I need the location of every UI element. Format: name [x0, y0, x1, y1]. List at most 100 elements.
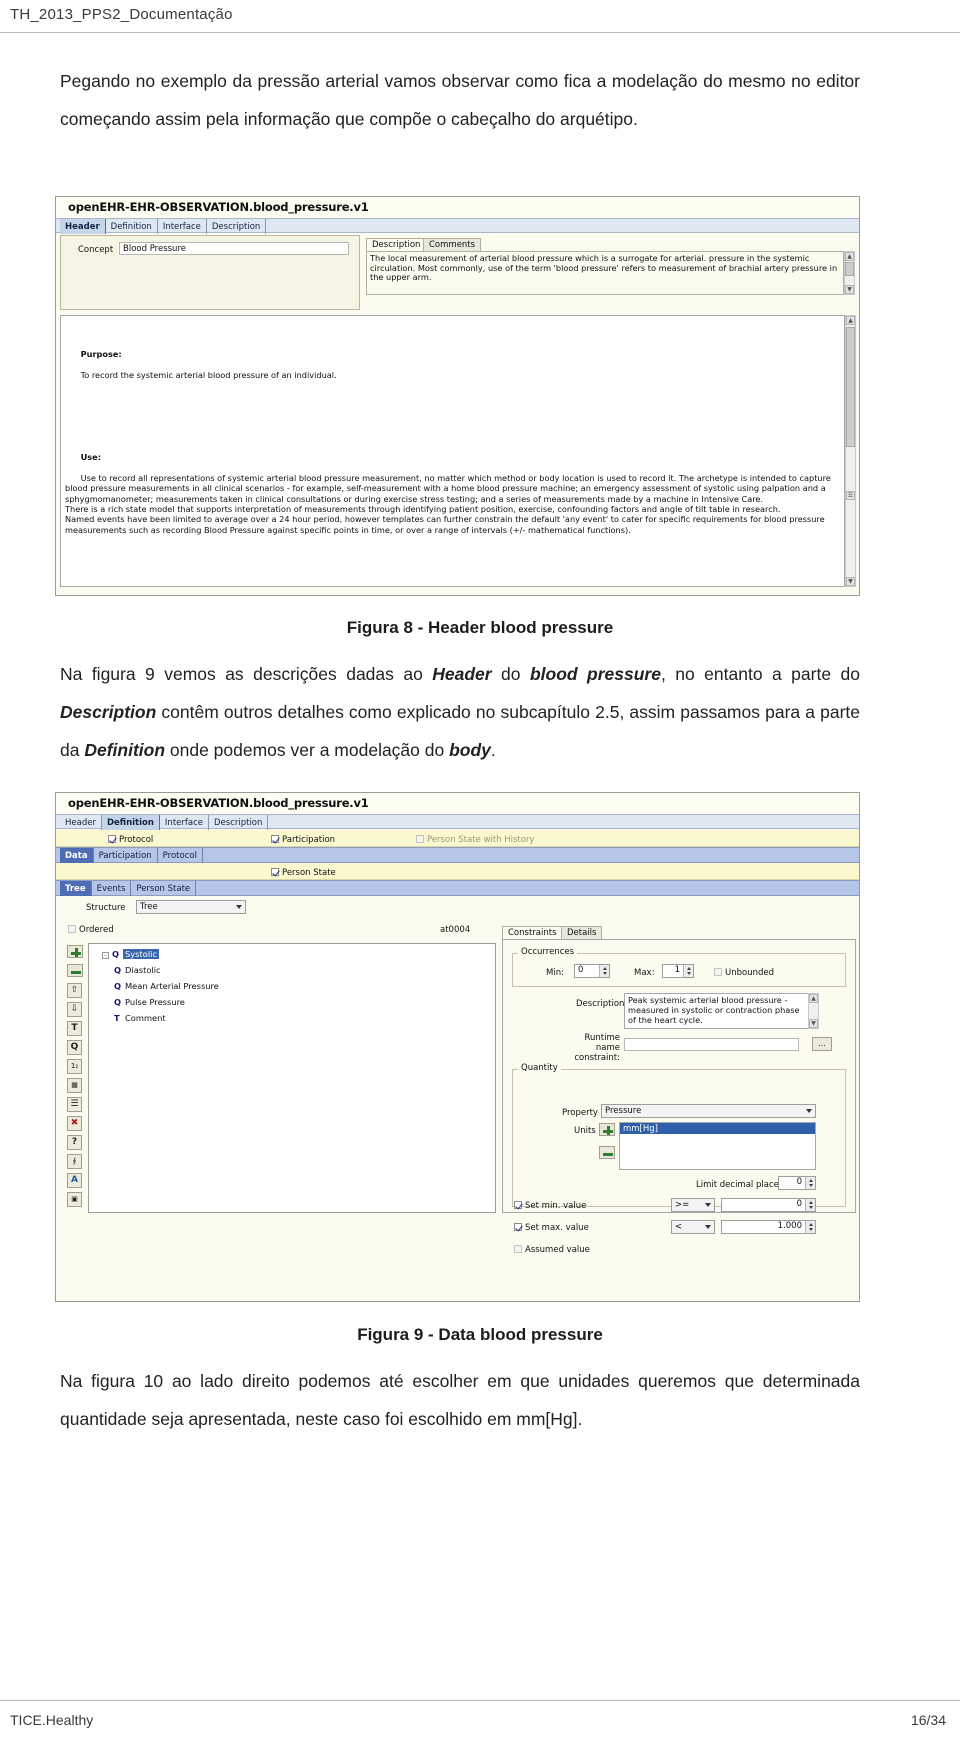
assumed-checkbox-icon[interactable] [514, 1245, 522, 1253]
figure9-structure-combo[interactable]: Tree [136, 900, 246, 914]
figure9-setmin-value-spinner[interactable]: 0 [721, 1198, 816, 1212]
person-state-checkbox-icon[interactable] [271, 868, 279, 876]
figure8-detail-scroll-mid-icon[interactable]: ☰ [846, 491, 855, 500]
media-icon[interactable]: ▣ [67, 1192, 82, 1207]
desc-scroll-down-icon[interactable]: ▼ [809, 1019, 818, 1028]
figure8-description-scrollbar[interactable]: ▲ ▼ [844, 251, 855, 295]
figure9-description-label: Description [576, 999, 625, 1009]
minus-icon[interactable] [67, 964, 83, 977]
figure9-setmin-checkbox[interactable]: Set min. value [514, 1201, 586, 1211]
figure8-detail-scroll-thumb[interactable] [846, 327, 855, 447]
figure9-tab-constraints[interactable]: Constraints [502, 926, 563, 940]
figure9-assumed-checkbox[interactable]: Assumed value [514, 1245, 590, 1255]
figure9-tab-events[interactable]: Events [92, 881, 132, 896]
move-up-icon[interactable]: ⇧ [67, 983, 82, 998]
figure9-setmax-operator[interactable]: < [671, 1220, 715, 1234]
figure9-limit-decimal-spinner[interactable]: 0 [778, 1176, 816, 1190]
figure9-setmax-value: 1.000 [777, 1221, 802, 1231]
setmax-checkbox-icon[interactable] [514, 1223, 522, 1231]
figure8-desc-scroll-down-icon[interactable]: ▼ [845, 285, 854, 294]
figure8-detail-scroll-down-icon[interactable]: ▼ [846, 577, 855, 586]
figure9-runtime-input[interactable] [624, 1038, 799, 1051]
spinner-arrows-icon[interactable] [805, 1221, 815, 1233]
tree-expander-icon[interactable]: - [102, 952, 109, 959]
remove-unit-icon[interactable] [599, 1146, 615, 1159]
move-down-icon[interactable]: ⇩ [67, 1002, 82, 1017]
figure9-unbounded-checkbox[interactable]: Unbounded [714, 968, 774, 978]
figure8-detail-text-area[interactable]: Purpose: To record the systemic arterial… [60, 315, 845, 587]
figure9-tab-interface[interactable]: Interface [160, 815, 209, 830]
hierarchy-icon[interactable]: ∮ [67, 1154, 82, 1169]
p2-term-description: Description [60, 702, 157, 722]
figure9-tab-person-state[interactable]: Person State [131, 881, 197, 896]
chevron-down-icon [705, 1225, 711, 1229]
figure9-tab-protocol[interactable]: Protocol [158, 848, 203, 863]
figure9-setmax-value-spinner[interactable]: 1.000 [721, 1220, 816, 1234]
figure9-setmax-checkbox[interactable]: Set max. value [514, 1223, 589, 1233]
figure9-property-combo[interactable]: Pressure [601, 1104, 816, 1118]
figure8-tab-description[interactable]: Description [207, 219, 267, 234]
tree-item-mean-arterial-pressure[interactable]: Q Mean Arterial Pressure [114, 981, 219, 991]
plus-icon[interactable] [67, 945, 83, 958]
figure9-max-spinner[interactable]: 1 [662, 964, 694, 978]
figure8-detail-scrollbar[interactable]: ▲ ☰ ▼ [845, 315, 856, 587]
figure9-tab-tree[interactable]: Tree [60, 881, 92, 896]
list-icon[interactable]: ☰ [67, 1097, 82, 1112]
figure9-setmin-operator[interactable]: >= [671, 1198, 715, 1212]
figure9-ordered-checkbox[interactable]: Ordered [68, 925, 114, 935]
figure8-tab-header[interactable]: Header [60, 219, 106, 234]
figure9-quantity-label: Quantity [518, 1063, 561, 1073]
text-icon[interactable]: T [67, 1021, 82, 1036]
figure9-tab-data[interactable]: Data [60, 848, 94, 863]
figure9-units-selected-value[interactable]: mm[Hg] [620, 1123, 815, 1134]
spinner-arrows-icon[interactable] [805, 1199, 815, 1211]
figure9-checkbox-participation[interactable]: Participation [271, 835, 335, 845]
figure9-tab-details[interactable]: Details [561, 926, 603, 939]
figure9-checkbox-person-state-history[interactable]: Person State with History [416, 835, 534, 845]
figure9-setmin-op-value: >= [675, 1200, 690, 1210]
figure9-runtime-browse-button[interactable]: ... [812, 1037, 832, 1051]
tree-item-systolic[interactable]: - Q Systolic [102, 949, 160, 959]
figure9-tab-description[interactable]: Description [209, 815, 269, 830]
tree-item-comment[interactable]: T Comment [114, 1013, 166, 1023]
tree-item-diastolic[interactable]: Q Diastolic [114, 965, 161, 975]
figure9-tab-definition[interactable]: Definition [101, 815, 160, 830]
delete-icon[interactable]: ✖ [67, 1116, 82, 1131]
ordinal-icon[interactable]: A [67, 1173, 82, 1188]
figure9-tab-participation[interactable]: Participation [94, 848, 158, 863]
figure9-runtime-label: Runtime name constraint: [574, 1033, 620, 1063]
protocol-checkbox-icon[interactable] [108, 835, 116, 843]
count-icon[interactable]: 1₂ [67, 1059, 82, 1074]
figure9-setmin-value: 0 [796, 1199, 802, 1209]
figure8-tab-interface[interactable]: Interface [158, 219, 207, 234]
figure9-structure-label: Structure [86, 903, 126, 913]
figure8-concept-input[interactable]: Blood Pressure [119, 242, 349, 255]
p2-term-header: Header [432, 664, 492, 684]
figure8-tab-definition[interactable]: Definition [106, 219, 158, 234]
tree-item-pulse-pressure[interactable]: Q Pulse Pressure [114, 997, 185, 1007]
quantity-icon[interactable]: Q [67, 1040, 82, 1055]
help-icon[interactable]: ? [67, 1135, 82, 1150]
figure8-desc-scroll-thumb[interactable] [845, 262, 854, 276]
figure9-checkbox-protocol[interactable]: Protocol [108, 835, 153, 845]
figure8-desc-tab-comments[interactable]: Comments [423, 238, 482, 251]
figure9-description-scrollbar[interactable]: ▲ ▼ [808, 993, 819, 1029]
figure9-checkbox-person-state[interactable]: Person State [271, 868, 336, 878]
figure8-desc-tab-description[interactable]: Description [366, 238, 427, 252]
spinner-arrows-icon[interactable] [599, 965, 609, 977]
quantity-type-icon: Q [112, 949, 120, 959]
figure8-detail-scroll-up-icon[interactable]: ▲ [846, 316, 855, 325]
spinner-arrows-icon[interactable] [683, 965, 693, 977]
ordered-checkbox-icon[interactable] [68, 925, 76, 933]
spinner-arrows-icon[interactable] [805, 1177, 815, 1189]
figure9-min-spinner[interactable]: 0 [574, 964, 610, 978]
add-unit-icon[interactable] [599, 1123, 615, 1136]
participation-checkbox-icon[interactable] [271, 835, 279, 843]
figure8-desc-scroll-up-icon[interactable]: ▲ [845, 252, 854, 261]
setmin-checkbox-icon[interactable] [514, 1201, 522, 1209]
unbounded-checkbox-icon[interactable] [714, 968, 722, 976]
desc-scroll-up-icon[interactable]: ▲ [809, 994, 818, 1003]
figure9-tab-header[interactable]: Header [60, 815, 102, 830]
person-state-history-checkbox-icon[interactable] [416, 835, 424, 843]
date-icon[interactable]: ▦ [67, 1078, 82, 1093]
